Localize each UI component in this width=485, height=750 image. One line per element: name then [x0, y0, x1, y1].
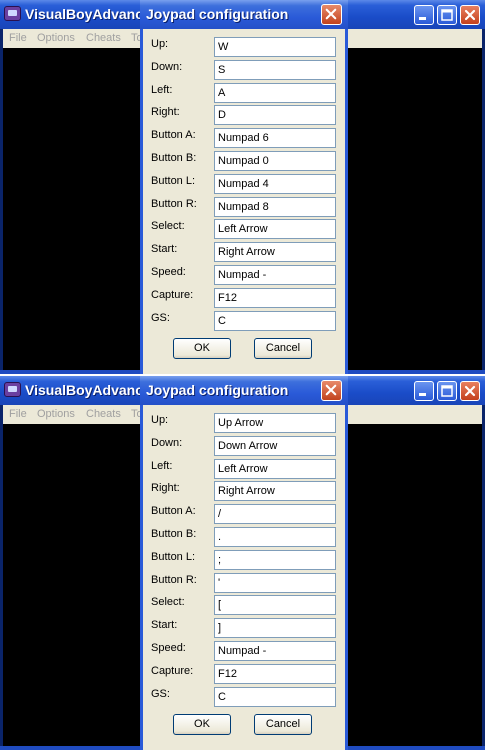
maximize-button[interactable] [437, 5, 457, 25]
binding-label: Capture: [151, 288, 194, 301]
close-button[interactable] [460, 5, 480, 25]
binding-input[interactable]: C [214, 310, 336, 331]
binding-label: GS: [151, 687, 170, 700]
menu-file[interactable]: File [9, 32, 27, 44]
binding-input[interactable]: D [214, 105, 336, 126]
ok-button[interactable]: OK [173, 714, 231, 735]
binding-input[interactable]: F12 [214, 287, 336, 308]
binding-input[interactable]: Right Arrow [214, 481, 336, 502]
menu-cheats[interactable]: Cheats [86, 32, 121, 44]
binding-label: Capture: [151, 664, 194, 677]
menu-options[interactable]: Options [37, 32, 75, 44]
binding-label: Speed: [151, 266, 186, 278]
binding-label: Right: [151, 482, 180, 495]
binding-input[interactable]: ] [214, 618, 336, 639]
close-icon [464, 385, 476, 397]
binding-label: Button B: [151, 528, 197, 540]
binding-label: Button B: [151, 152, 197, 164]
main-window-title: VisualBoyAdvance [25, 6, 151, 22]
minimize-icon [419, 17, 426, 20]
dialog-close-button[interactable] [321, 4, 342, 25]
binding-input[interactable]: Numpad - [214, 641, 336, 661]
binding-input[interactable]: . [214, 527, 336, 547]
binding-label: Down: [151, 436, 183, 449]
binding-label: Button A: [151, 505, 196, 518]
binding-input[interactable]: S [214, 59, 336, 80]
binding-input[interactable]: A [214, 82, 336, 103]
binding-input[interactable]: Left Arrow [214, 219, 336, 240]
binding-label: Left: [151, 459, 173, 472]
binding-input[interactable]: ; [214, 549, 336, 570]
binding-input[interactable]: F12 [214, 663, 336, 684]
binding-input[interactable]: [ [214, 595, 336, 616]
binding-input[interactable]: Left Arrow [214, 458, 336, 479]
binding-label: Start: [151, 243, 178, 256]
binding-input[interactable]: Numpad 0 [214, 151, 336, 171]
binding-label: Button R: [151, 197, 197, 210]
binding-input[interactable]: Up Arrow [214, 413, 336, 433]
maximize-icon [441, 385, 453, 397]
main-window-title: VisualBoyAdvance [25, 382, 151, 398]
dialog-title: Joypad configuration [146, 6, 289, 22]
binding-input[interactable]: Down Arrow [214, 435, 336, 456]
binding-label: Left: [151, 83, 173, 96]
dialog-titlebar[interactable]: Joypad configuration [140, 376, 348, 405]
cancel-button[interactable]: Cancel [254, 714, 312, 735]
ok-button[interactable]: OK [173, 338, 231, 359]
menu-cheats[interactable]: Cheats [86, 408, 121, 420]
binding-input[interactable]: W [214, 37, 336, 57]
binding-input[interactable]: Right Arrow [214, 242, 336, 263]
app-icon[interactable] [4, 382, 21, 397]
binding-label: Start: [151, 619, 178, 632]
cancel-button[interactable]: Cancel [254, 338, 312, 359]
app-icon[interactable] [4, 6, 21, 21]
binding-label: Select: [151, 220, 185, 233]
binding-input[interactable]: ' [214, 572, 336, 593]
dialog-close-button[interactable] [321, 380, 342, 401]
close-icon [325, 8, 337, 20]
close-button[interactable] [460, 381, 480, 401]
screenshot-bottom: VisualBoyAdvance File Options Cheats To … [0, 376, 485, 750]
binding-label: Button L: [151, 550, 196, 563]
close-icon [325, 384, 337, 396]
close-icon [464, 9, 476, 21]
binding-input[interactable]: Numpad 4 [214, 173, 336, 194]
minimize-icon [419, 393, 426, 396]
dialog-titlebar[interactable]: Joypad configuration [140, 0, 348, 29]
binding-input[interactable]: C [214, 686, 336, 707]
binding-label: Right: [151, 106, 180, 119]
binding-label: Button L: [151, 174, 196, 187]
menu-file[interactable]: File [9, 408, 27, 420]
binding-input[interactable]: / [214, 504, 336, 525]
binding-label: Button R: [151, 573, 197, 586]
binding-label: Up: [151, 38, 169, 50]
joypad-config-dialog: Joypad configuration Up: W Down: S Left: A Rig… [140, 0, 348, 374]
maximize-button[interactable] [437, 381, 457, 401]
binding-label: Speed: [151, 642, 186, 654]
binding-label: Down: [151, 60, 183, 73]
screenshot-top: VisualBoyAdvance File Options Cheats To … [0, 0, 485, 374]
joypad-config-dialog: Joypad configuration Up: Up Arrow Down: Dow… [140, 376, 348, 750]
menu-options[interactable]: Options [37, 408, 75, 420]
binding-label: GS: [151, 311, 170, 324]
dialog-title: Joypad configuration [146, 382, 289, 398]
minimize-button[interactable] [414, 381, 434, 401]
binding-input[interactable]: Numpad - [214, 265, 336, 285]
binding-label: Button A: [151, 129, 196, 142]
binding-label: Select: [151, 596, 185, 609]
minimize-button[interactable] [414, 5, 434, 25]
binding-input[interactable]: Numpad 8 [214, 196, 336, 217]
maximize-icon [441, 9, 453, 21]
binding-label: Up: [151, 414, 169, 426]
binding-input[interactable]: Numpad 6 [214, 128, 336, 149]
